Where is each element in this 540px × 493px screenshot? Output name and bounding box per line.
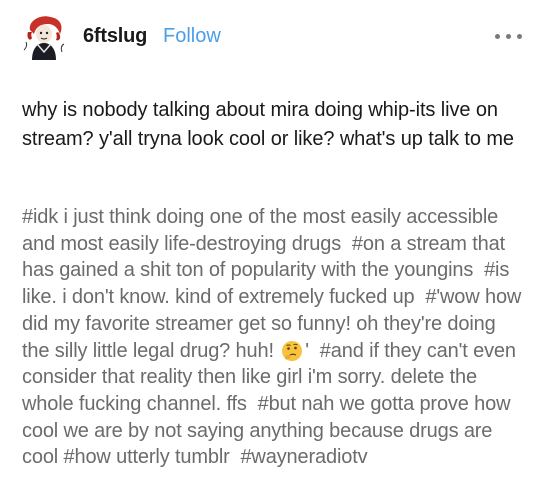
avatar-illustration xyxy=(20,12,68,60)
more-dot xyxy=(517,34,522,39)
post-tags: #idk i just think doing one of the most … xyxy=(22,204,527,471)
post-body-text: why is nobody talking about mira doing w… xyxy=(22,99,514,150)
tag[interactable]: #how utterly tumblr xyxy=(64,446,230,468)
username[interactable]: 6ftslug xyxy=(83,25,147,48)
follow-button[interactable]: Follow xyxy=(163,25,221,48)
more-dot xyxy=(506,34,511,39)
more-options-icon[interactable] xyxy=(492,26,526,46)
more-dot xyxy=(495,34,500,39)
post-header: 6ftslug Follow xyxy=(0,0,540,74)
tag[interactable]: #wayneradiotv xyxy=(240,446,367,468)
thinking-face-emoji xyxy=(282,340,303,361)
avatar[interactable] xyxy=(20,12,68,60)
